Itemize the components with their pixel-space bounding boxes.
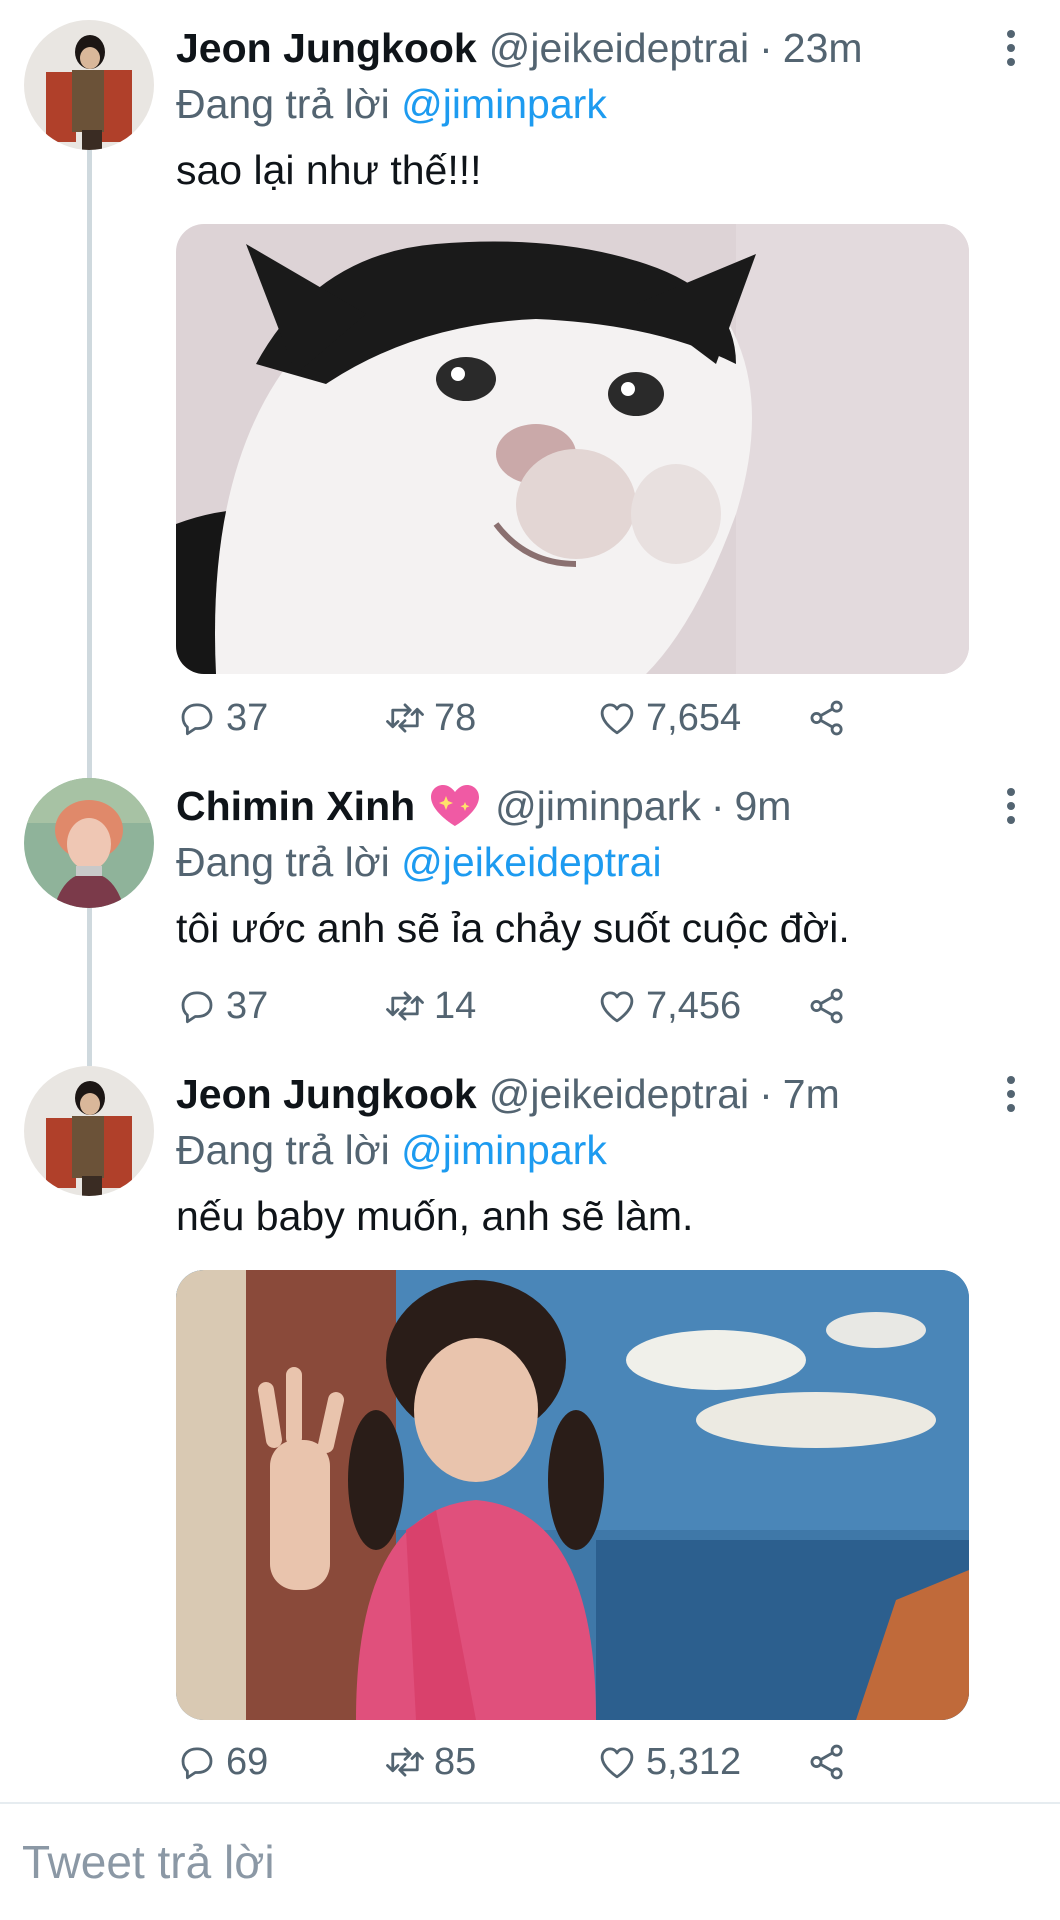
author-handle[interactable]: @jeikeideptrai: [489, 20, 749, 76]
share-icon: [810, 988, 843, 1024]
replying-to: Đang trả lời @jeikeideptrai: [176, 834, 1030, 890]
sparkling-heart-icon: [431, 785, 480, 826]
more-options-icon[interactable]: [1004, 1076, 1018, 1116]
replying-to: Đang trả lời @jiminpark: [176, 1122, 1030, 1178]
reply-count: 69: [226, 1740, 269, 1783]
tweet-time[interactable]: 7m: [783, 1066, 840, 1122]
author-handle[interactable]: @jiminpark: [495, 778, 701, 834]
more-options-icon[interactable]: [1004, 788, 1018, 828]
mention-link[interactable]: @jiminpark: [401, 1127, 607, 1173]
avatar[interactable]: [24, 1066, 154, 1196]
retweet-button[interactable]: 78: [384, 688, 476, 748]
separator-dot: ·: [759, 1071, 773, 1117]
author-name[interactable]: Chimin Xinh: [176, 778, 415, 834]
tweet-header: Chimin Xinh @jiminpark · 9m: [176, 778, 1030, 834]
tweet-time[interactable]: 9m: [734, 778, 791, 834]
reply-prefix: Đang trả lời: [176, 1127, 390, 1173]
reply-count: 37: [226, 696, 269, 739]
retweet-icon: [386, 991, 424, 1021]
author-name[interactable]: Jeon Jungkook: [176, 1066, 477, 1122]
avatar-image: [24, 778, 154, 908]
share-button[interactable]: [806, 1732, 856, 1792]
more-options-icon[interactable]: [1004, 30, 1018, 70]
crying-cat-photo: [176, 224, 969, 674]
tweet-header: Jeon Jungkook @jeikeideptrai · 7m: [176, 1066, 1030, 1122]
retweet-button[interactable]: 85: [384, 1732, 476, 1792]
reply-count: 37: [226, 984, 269, 1027]
like-button[interactable]: 7,654: [596, 688, 741, 748]
like-count: 7,456: [646, 984, 742, 1027]
retweet-icon: [386, 1747, 424, 1777]
reply-button[interactable]: 37: [176, 688, 268, 748]
tweet-media-image[interactable]: [176, 1270, 969, 1720]
reply-icon: [181, 991, 213, 1024]
retweet-count: 14: [434, 984, 477, 1027]
reply-icon: [181, 703, 213, 736]
avatar-image: [24, 20, 154, 150]
tweet-time[interactable]: 23m: [783, 20, 863, 76]
replying-to: Đang trả lời @jiminpark: [176, 76, 1030, 132]
share-button[interactable]: [806, 688, 856, 748]
tweet-text: sao lại như thế!!!: [176, 147, 482, 193]
like-icon: [600, 991, 634, 1023]
tweet-actions: 37 14 7,456: [176, 976, 876, 1036]
retweet-button[interactable]: 14: [384, 976, 476, 1036]
like-count: 7,654: [646, 696, 742, 739]
avatar-image: [24, 1066, 154, 1196]
like-icon: [600, 703, 634, 735]
reply-composer: [0, 1802, 1060, 1920]
tweet-media-image[interactable]: [176, 224, 969, 674]
reply-input[interactable]: [22, 1830, 1022, 1894]
share-icon: [810, 1744, 843, 1780]
tweet[interactable]: Jeon Jungkook @jeikeideptrai · 7m Đang t…: [0, 1046, 1060, 1798]
like-button[interactable]: 5,312: [596, 1732, 741, 1792]
reply-button[interactable]: 37: [176, 976, 268, 1036]
reply-icon: [181, 1747, 213, 1780]
avatar[interactable]: [24, 778, 154, 908]
tweet[interactable]: Jeon Jungkook @jeikeideptrai · 23m Đang …: [0, 0, 1060, 760]
like-icon: [600, 1747, 634, 1779]
avatar[interactable]: [24, 20, 154, 150]
tweet[interactable]: Chimin Xinh @jiminpark · 9m Đang trả lời…: [0, 760, 1060, 1040]
mention-link[interactable]: @jeikeideptrai: [401, 839, 661, 885]
tweet-actions: 69 85 5,312: [176, 1732, 876, 1792]
separator-dot: ·: [759, 25, 773, 71]
reply-prefix: Đang trả lời: [176, 839, 390, 885]
like-count: 5,312: [646, 1740, 742, 1783]
tweet-header: Jeon Jungkook @jeikeideptrai · 23m: [176, 20, 1030, 76]
author-handle[interactable]: @jeikeideptrai: [489, 1066, 749, 1122]
reply-button[interactable]: 69: [176, 1732, 268, 1792]
share-icon: [810, 700, 843, 736]
child-pink-jacket-photo: [176, 1270, 969, 1720]
share-button[interactable]: [806, 976, 856, 1036]
retweet-count: 78: [434, 696, 477, 739]
reply-prefix: Đang trả lời: [176, 81, 390, 127]
retweet-icon: [386, 703, 424, 733]
like-button[interactable]: 7,456: [596, 976, 741, 1036]
tweet-text: nếu baby muốn, anh sẽ làm.: [176, 1193, 694, 1239]
retweet-count: 85: [434, 1740, 477, 1783]
tweet-actions: 37 78 7,654: [176, 688, 876, 748]
separator-dot: ·: [710, 783, 725, 829]
tweet-text: tôi ước anh sẽ ỉa chảy suốt cuộc đời.: [176, 905, 850, 951]
author-name[interactable]: Jeon Jungkook: [176, 20, 477, 76]
mention-link[interactable]: @jiminpark: [401, 81, 607, 127]
